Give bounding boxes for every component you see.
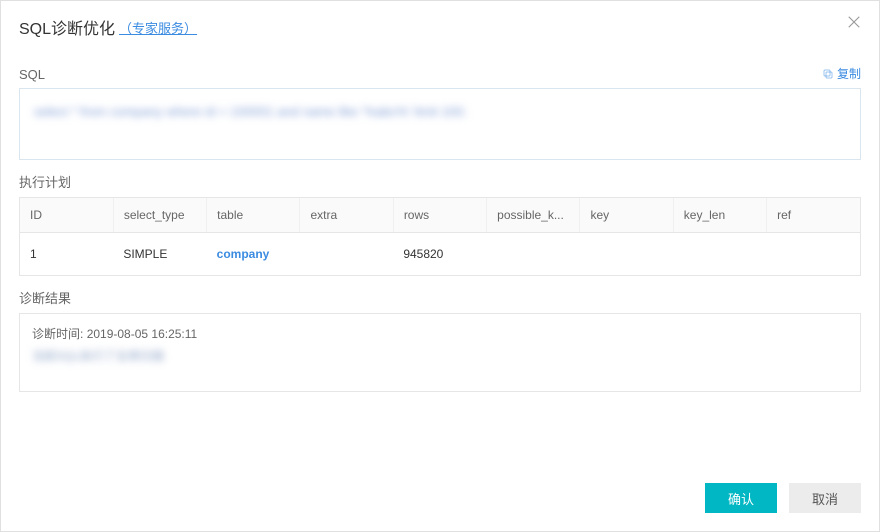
col-extra: extra	[300, 198, 393, 233]
exec-plan-table-wrap: ID select_type table extra rows possible…	[19, 197, 861, 276]
col-rows: rows	[393, 198, 486, 233]
modal-title: SQL诊断优化	[19, 15, 115, 39]
cell-rows: 945820	[393, 233, 486, 276]
diag-time-prefix: 诊断时间:	[32, 327, 83, 341]
col-ref: ref	[767, 198, 860, 233]
table-row: 1 SIMPLE company 945820	[20, 233, 860, 276]
sql-section-header: SQL 复制	[19, 65, 861, 82]
cell-ref	[767, 233, 860, 276]
col-select-type: select_type	[113, 198, 206, 233]
diag-result-box: 诊断时间: 2019-08-05 16:25:11 当前SQL执行了全表扫描	[19, 313, 861, 392]
modal-footer: 确认 取消	[1, 467, 879, 531]
col-possible-keys: possible_k...	[487, 198, 580, 233]
cell-extra	[300, 233, 393, 276]
sql-content: select * from company where id = 100001 …	[34, 101, 466, 123]
col-key: key	[580, 198, 673, 233]
exec-plan-table: ID select_type table extra rows possible…	[20, 198, 860, 276]
close-icon	[845, 13, 863, 31]
modal-body: SQL 复制 select * from company where id = …	[1, 49, 879, 467]
cell-possible-keys	[487, 233, 580, 276]
cell-select-type: SIMPLE	[113, 233, 206, 276]
cell-key	[580, 233, 673, 276]
exec-plan-label: 执行计划	[19, 172, 71, 191]
exec-plan-header: 执行计划	[19, 172, 861, 191]
ok-button[interactable]: 确认	[705, 483, 777, 513]
copy-label: 复制	[837, 65, 861, 82]
sql-label: SQL	[19, 67, 45, 82]
cell-table-link[interactable]: company	[207, 233, 300, 276]
cancel-button[interactable]: 取消	[789, 483, 861, 513]
col-key-len: key_len	[673, 198, 766, 233]
col-id: ID	[20, 198, 113, 233]
col-table: table	[207, 198, 300, 233]
diag-time: 2019-08-05 16:25:11	[87, 327, 198, 341]
diag-body: 当前SQL执行了全表扫描	[32, 346, 164, 368]
copy-icon	[822, 68, 834, 80]
table-header-row: ID select_type table extra rows possible…	[20, 198, 860, 233]
diag-result-label: 诊断结果	[19, 288, 71, 307]
sql-content-box: select * from company where id = 100001 …	[19, 88, 861, 160]
modal-header: SQL诊断优化 （专家服务）	[1, 1, 879, 49]
sql-diagnosis-modal: SQL诊断优化 （专家服务） SQL 复制 select * from comp…	[0, 0, 880, 532]
expert-service-link[interactable]: （专家服务）	[119, 18, 197, 37]
cell-key-len	[673, 233, 766, 276]
copy-button[interactable]: 复制	[822, 65, 861, 82]
diag-result-header: 诊断结果	[19, 288, 861, 307]
close-button[interactable]	[845, 13, 863, 34]
cell-id: 1	[20, 233, 113, 276]
